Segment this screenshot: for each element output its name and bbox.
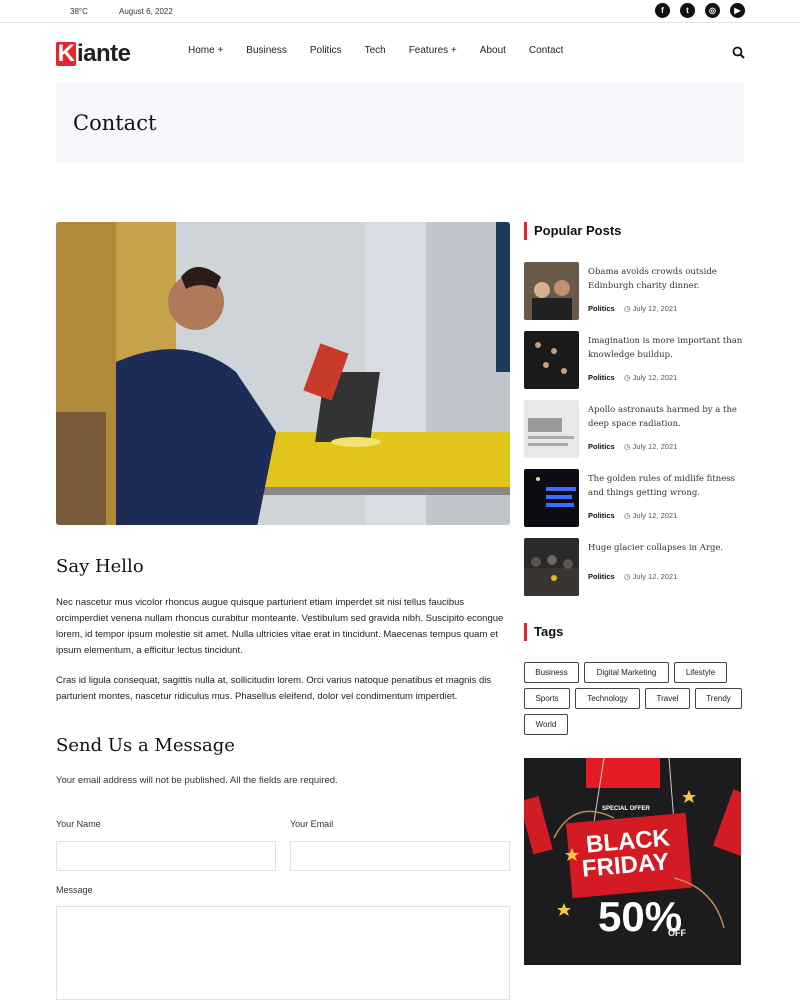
tag-business[interactable]: Business: [524, 662, 579, 683]
top-bar: 38°C August 6, 2022 f t ◎ ▶: [0, 0, 800, 23]
clock-icon: ◷: [624, 373, 633, 382]
post-date-text: July 12, 2021: [632, 304, 678, 313]
post-title[interactable]: Obama avoids crowds outside Edinburgh ch…: [588, 265, 746, 293]
message-label: Message: [56, 885, 93, 895]
post-thumbnail[interactable]: [524, 469, 579, 527]
intro-paragraph-1: Nec nascetur mus vicolor rhoncus augue q…: [56, 597, 504, 656]
tag-sports[interactable]: Sports: [524, 688, 570, 709]
email-label: Your Email: [290, 819, 334, 829]
nav-about[interactable]: About: [480, 45, 506, 56]
post-date-text: July 12, 2021: [632, 442, 678, 451]
post-title[interactable]: Imagination is more important than knowl…: [588, 334, 746, 362]
post-category[interactable]: Politics: [588, 442, 615, 451]
site-header: K iante Home + Business Politics Tech Fe…: [0, 23, 800, 83]
post-title[interactable]: The golden rules of midlife fitness and …: [588, 472, 746, 500]
post-title[interactable]: Apollo astronauts harmed by a the deep s…: [588, 403, 746, 431]
tag-digital-marketing[interactable]: Digital Marketing: [584, 662, 669, 683]
post-category[interactable]: Politics: [588, 511, 615, 520]
form-heading: Send Us a Message: [56, 735, 235, 756]
page-title: Contact: [73, 111, 157, 135]
form-note: Your email address will not be published…: [56, 775, 338, 786]
social-links: f t ◎ ▶: [655, 3, 745, 18]
search-icon[interactable]: [732, 46, 745, 64]
youtube-icon[interactable]: ▶: [730, 3, 745, 18]
popular-post[interactable]: The golden rules of midlife fitness and …: [524, 469, 744, 527]
nav-contact[interactable]: Contact: [529, 45, 563, 56]
logo-mark: K: [56, 40, 76, 67]
tag-lifestyle[interactable]: Lifestyle: [674, 662, 727, 683]
tag-trendy[interactable]: Trendy: [695, 688, 742, 709]
post-title[interactable]: Huge glacier collapses in Arge.: [588, 541, 746, 555]
tags-heading: Tags: [524, 623, 563, 641]
clock-icon: ◷: [624, 572, 633, 581]
post-thumbnail[interactable]: [524, 538, 579, 596]
post-category[interactable]: Politics: [588, 373, 615, 382]
clock-icon: ◷: [624, 304, 633, 313]
tag-travel[interactable]: Travel: [645, 688, 690, 709]
clock-icon: ◷: [624, 511, 633, 520]
nav-features[interactable]: Features +: [409, 45, 457, 56]
post-thumbnail[interactable]: [524, 331, 579, 389]
tag-world[interactable]: World: [524, 714, 568, 735]
name-field[interactable]: [56, 841, 276, 871]
popular-post[interactable]: Huge glacier collapses in Arge. Politics…: [524, 538, 744, 596]
popular-post[interactable]: Imagination is more important than knowl…: [524, 331, 744, 389]
post-date: ◷ July 12, 2021: [624, 373, 677, 382]
post-date: ◷ July 12, 2021: [624, 304, 677, 313]
tag-technology[interactable]: Technology: [575, 688, 640, 709]
ad-off: OFF: [668, 928, 686, 938]
nav-business[interactable]: Business: [246, 45, 287, 56]
logo-text: iante: [77, 40, 131, 67]
main-nav: Home + Business Politics Tech Features +…: [188, 45, 586, 56]
hero-image: [56, 222, 510, 525]
post-date-text: July 12, 2021: [632, 373, 678, 382]
nav-politics[interactable]: Politics: [310, 45, 342, 56]
post-date: ◷ July 12, 2021: [624, 511, 677, 520]
current-date: August 6, 2022: [119, 7, 173, 16]
post-category[interactable]: Politics: [588, 304, 615, 313]
message-field[interactable]: [56, 906, 510, 1000]
ad-special-offer: SPECIAL OFFER: [602, 806, 650, 812]
intro-paragraph-2: Cras id ligula consequat, sagittis nulla…: [56, 675, 492, 702]
site-logo[interactable]: K iante: [56, 40, 131, 68]
post-date-text: July 12, 2021: [632, 572, 678, 581]
post-date: ◷ July 12, 2021: [624, 442, 677, 451]
email-field[interactable]: [290, 841, 510, 871]
instagram-icon[interactable]: ◎: [705, 3, 720, 18]
black-friday-ad[interactable]: SPECIAL OFFER BLACK FRIDAY 50% OFF: [524, 758, 741, 965]
post-category[interactable]: Politics: [588, 572, 615, 581]
say-hello-heading: Say Hello: [56, 556, 144, 577]
facebook-icon[interactable]: f: [655, 3, 670, 18]
post-date-text: July 12, 2021: [632, 511, 678, 520]
twitter-icon[interactable]: t: [680, 3, 695, 18]
name-label: Your Name: [56, 819, 101, 829]
clock-icon: ◷: [624, 442, 633, 451]
post-thumbnail[interactable]: [524, 262, 579, 320]
popular-post[interactable]: Apollo astronauts harmed by a the deep s…: [524, 400, 744, 458]
temperature: 38°C: [70, 7, 88, 16]
popular-posts-heading: Popular Posts: [524, 222, 621, 240]
post-date: ◷ July 12, 2021: [624, 572, 677, 581]
popular-post[interactable]: Obama avoids crowds outside Edinburgh ch…: [524, 262, 744, 320]
nav-tech[interactable]: Tech: [365, 45, 386, 56]
page-banner: Contact: [56, 83, 744, 163]
post-thumbnail[interactable]: [524, 400, 579, 458]
nav-home[interactable]: Home +: [188, 45, 223, 56]
